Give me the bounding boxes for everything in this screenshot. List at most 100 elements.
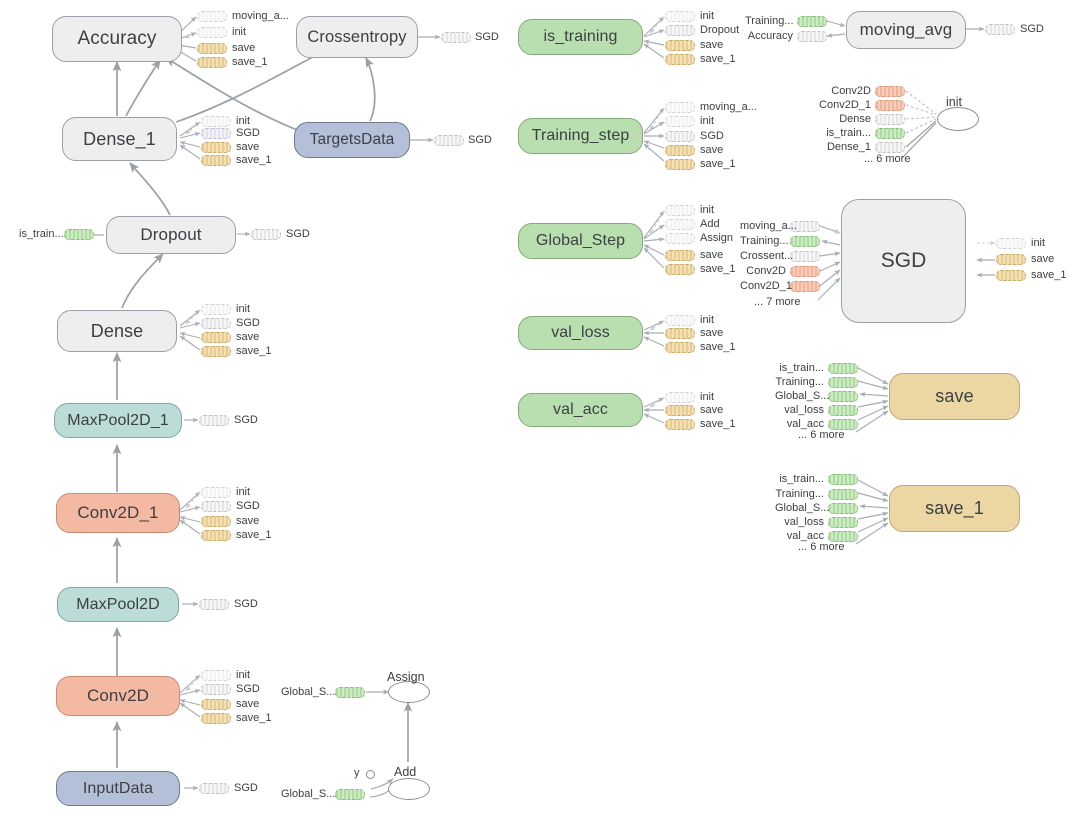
annotation-chip-maxpool2d1-0[interactable] (199, 415, 229, 426)
annotation-chip-accuracy-3[interactable] (197, 57, 227, 68)
annotation-chip-movingavg-in-1[interactable] (797, 31, 827, 42)
annotation-chip-accuracy-1[interactable] (197, 27, 227, 38)
annotation-chip-conv2d-2[interactable] (201, 699, 231, 710)
annotation-chip-dense-2[interactable] (201, 332, 231, 343)
annotation-chip-dense1-0[interactable] (201, 116, 231, 127)
annotation-chip-maxpool2d-0[interactable] (199, 599, 229, 610)
annotation-chip-valloss-0[interactable] (665, 315, 695, 326)
annotation-chip-istraining-3[interactable] (665, 54, 695, 65)
node-maxpool2d[interactable]: MaxPool2D (57, 587, 179, 622)
annotation-chip-init-in-2[interactable] (875, 114, 905, 125)
annotation-chip-save1-in-1[interactable] (828, 489, 858, 500)
annotation-chip-movingavg-out-0[interactable] (985, 24, 1015, 35)
annotation-chip-trainingstep-1[interactable] (665, 116, 695, 127)
annotation-chip-init-in-4[interactable] (875, 142, 905, 153)
node-add-op[interactable] (388, 778, 430, 800)
annotation-chip-sgd-in-3[interactable] (790, 266, 820, 277)
node-sgd[interactable]: SGD (841, 199, 966, 323)
annotation-chip-globalstep-3[interactable] (665, 250, 695, 261)
node-save[interactable]: save (889, 373, 1020, 420)
node-is-training[interactable]: is_training (518, 19, 643, 55)
node-val-loss[interactable]: val_loss (518, 316, 643, 350)
annotation-chip-accuracy-2[interactable] (197, 43, 227, 54)
node-val-acc[interactable]: val_acc (518, 393, 643, 427)
annotation-chip-init-in-3[interactable] (875, 128, 905, 139)
annotation-chip-dense1-2[interactable] (201, 142, 231, 153)
annotation-chip-valloss-1[interactable] (665, 328, 695, 339)
node-training-step[interactable]: Training_step (518, 118, 643, 154)
annotation-chip-save1-in-2[interactable] (828, 503, 858, 514)
annotation-chip-trainingstep-2[interactable] (665, 131, 695, 142)
annotation-chip-conv2d-3[interactable] (201, 713, 231, 724)
annotation-chip-trainingstep-3[interactable] (665, 145, 695, 156)
annotation-chip-globalstep-4[interactable] (665, 264, 695, 275)
annotation-chip-conv2d-0[interactable] (201, 670, 231, 681)
annotation-label-conv2d-0: init (236, 669, 251, 681)
annotation-chip-conv2d1-1[interactable] (201, 501, 231, 512)
annotation-chip-conv2d-1[interactable] (201, 684, 231, 695)
annotation-chip-crossentropy-0[interactable] (441, 32, 471, 43)
annotation-chip-dense1-3[interactable] (201, 155, 231, 166)
annotation-chip-init-in-0[interactable] (875, 86, 905, 97)
annotation-chip-valloss-2[interactable] (665, 342, 695, 353)
annotation-chip-sgd-out-0[interactable] (996, 238, 1026, 249)
node-assign-op[interactable] (388, 681, 430, 703)
annotation-chip-trainingstep-4[interactable] (665, 159, 695, 170)
annotation-chip-sgd-in-1[interactable] (790, 236, 820, 247)
annotation-label-save1-in-1: Training... (775, 488, 824, 500)
annotation-chip-save-in-1[interactable] (828, 377, 858, 388)
annotation-chip-sgd-out-1[interactable] (996, 254, 1026, 265)
node-dropout[interactable]: Dropout (106, 216, 236, 254)
annotation-chip-valacc-1[interactable] (665, 405, 695, 416)
annotation-chip-sgd-out-2[interactable] (996, 270, 1026, 281)
node-init-op[interactable] (937, 107, 979, 131)
annotation-chip-valacc-0[interactable] (665, 392, 695, 403)
node-maxpool2d-1[interactable]: MaxPool2D_1 (54, 403, 182, 438)
annotation-chip-istraining-1[interactable] (665, 25, 695, 36)
annotation-chip-init-in-1[interactable] (875, 100, 905, 111)
annotation-chip-add-in-0[interactable] (335, 789, 365, 800)
annotation-chip-save-in-3[interactable] (828, 405, 858, 416)
annotation-chip-inputdata-0[interactable] (199, 783, 229, 794)
node-inputdata[interactable]: InputData (56, 771, 180, 806)
annotation-chip-trainingstep-0[interactable] (665, 102, 695, 113)
annotation-chip-conv2d1-0[interactable] (201, 487, 231, 498)
annotation-chip-assign-in-0[interactable] (335, 687, 365, 698)
annotation-chip-save-in-0[interactable] (828, 363, 858, 374)
annotation-chip-valacc-2[interactable] (665, 419, 695, 430)
annotation-label-dense1-1: SGD (236, 127, 260, 139)
annotation-chip-sgd-in-4[interactable] (790, 281, 820, 292)
annotation-chip-globalstep-0[interactable] (665, 205, 695, 216)
annotation-chip-accuracy-0[interactable] (197, 11, 227, 22)
annotation-chip-dense-1[interactable] (201, 318, 231, 329)
annotation-chip-save1-in-3[interactable] (828, 517, 858, 528)
graph-canvas[interactable]: Accuracy Crossentropy Dense_1 TargetsDat… (0, 0, 1080, 823)
node-conv2d[interactable]: Conv2D (56, 676, 180, 716)
node-dense-1[interactable]: Dense_1 (62, 117, 177, 161)
node-y-const[interactable] (366, 770, 375, 779)
node-global-step[interactable]: Global_Step (518, 223, 643, 259)
node-conv2d-1[interactable]: Conv2D_1 (56, 493, 180, 533)
node-targetsdata[interactable]: TargetsData (294, 122, 410, 158)
annotation-chip-save-in-2[interactable] (828, 391, 858, 402)
annotation-chip-dense-3[interactable] (201, 346, 231, 357)
annotation-chip-dropout-out-0[interactable] (251, 229, 281, 240)
annotation-chip-istraining-0[interactable] (665, 11, 695, 22)
annotation-chip-dense1-1[interactable] (201, 128, 231, 139)
annotation-chip-istraining-2[interactable] (665, 40, 695, 51)
annotation-chip-globalstep-2[interactable] (665, 233, 695, 244)
annotation-chip-dropout-in-0[interactable] (64, 229, 94, 240)
annotation-chip-targetsdata-0[interactable] (434, 135, 464, 146)
node-accuracy[interactable]: Accuracy (52, 16, 182, 62)
annotation-chip-save1-in-0[interactable] (828, 474, 858, 485)
annotation-chip-conv2d1-3[interactable] (201, 530, 231, 541)
annotation-chip-sgd-in-2[interactable] (790, 251, 820, 262)
node-crossentropy[interactable]: Crossentropy (296, 16, 418, 58)
node-save-1[interactable]: save_1 (889, 485, 1020, 532)
annotation-chip-globalstep-1[interactable] (665, 219, 695, 230)
annotation-chip-conv2d1-2[interactable] (201, 516, 231, 527)
node-moving-avg[interactable]: moving_avg (846, 11, 966, 49)
annotation-chip-dense-0[interactable] (201, 304, 231, 315)
annotation-chip-movingavg-in-0[interactable] (797, 16, 827, 27)
node-dense[interactable]: Dense (57, 310, 177, 352)
